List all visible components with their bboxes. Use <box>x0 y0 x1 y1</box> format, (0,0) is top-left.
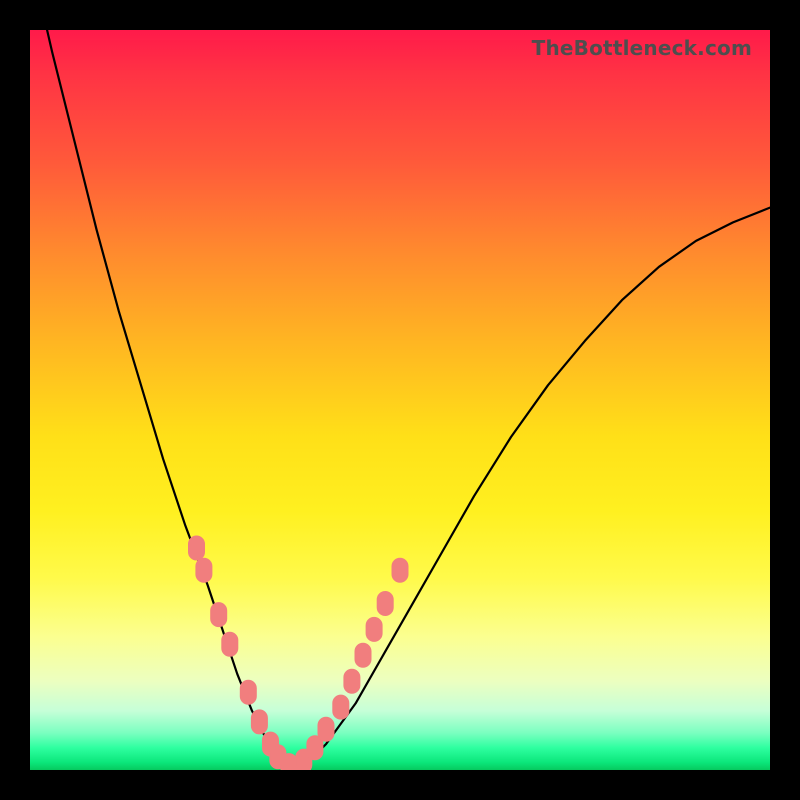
curve-marker <box>318 717 334 741</box>
curve-marker <box>333 695 349 719</box>
plot-area: TheBottleneck.com <box>30 30 770 770</box>
curve-marker <box>222 632 238 656</box>
curve-marker <box>240 680 256 704</box>
chart-frame: TheBottleneck.com <box>0 0 800 800</box>
right-branch-markers <box>296 558 408 770</box>
curve-marker <box>366 617 382 641</box>
curve-marker <box>392 558 408 582</box>
curve-marker <box>281 754 297 770</box>
curve-marker <box>211 603 227 627</box>
curve-marker <box>344 669 360 693</box>
bottleneck-curve <box>30 30 770 766</box>
curve-marker <box>377 592 393 616</box>
left-branch-markers <box>189 536 298 770</box>
curve-marker <box>189 536 205 560</box>
chart-overlay <box>30 30 770 770</box>
watermark-text: TheBottleneck.com <box>532 36 752 60</box>
curve-marker <box>251 710 267 734</box>
curve-marker <box>196 558 212 582</box>
curve-marker <box>355 643 371 667</box>
